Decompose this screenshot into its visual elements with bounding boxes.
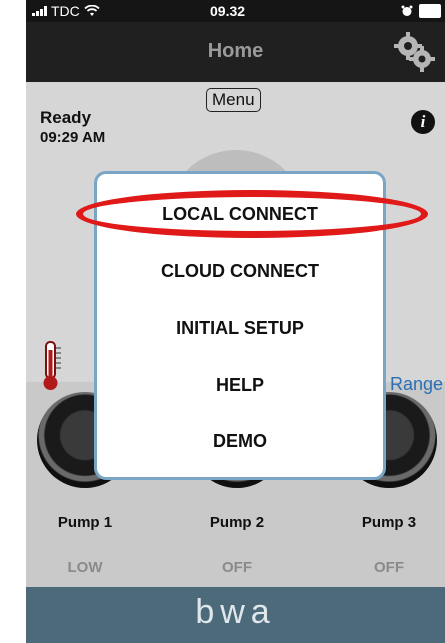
menu-item-initial-setup[interactable]: INITIAL SETUP	[97, 318, 383, 339]
status-bar: TDC 09.32	[26, 0, 445, 22]
carrier-name: TDC	[51, 3, 80, 19]
status-bar-right	[401, 4, 441, 18]
status-time: 09:29 AM	[40, 129, 106, 146]
info-icon[interactable]: i	[411, 110, 435, 134]
alarm-icon	[401, 5, 413, 16]
brand-logo: bwa	[195, 593, 276, 631]
phone-screen: TDC 09.32 Home Ready 09:29 AM Menu i Ran…	[26, 0, 445, 643]
nav-bar: Home	[26, 22, 445, 82]
connect-menu-popup: LOCAL CONNECT CLOUD CONNECT INITIAL SETU…	[94, 171, 386, 480]
status-bar-left: TDC	[32, 3, 100, 19]
page-title: Home	[207, 40, 264, 62]
menu-item-help[interactable]: HELP	[97, 375, 383, 396]
pump-3-state: OFF	[374, 559, 404, 576]
pump-1-label: Pump 1	[57, 514, 113, 531]
thermometer-icon	[40, 340, 62, 397]
spa-status: Ready 09:29 AM	[40, 108, 105, 146]
pump-3-label: Pump 3	[361, 514, 417, 531]
menu-item-cloud-connect[interactable]: CLOUD CONNECT	[97, 261, 383, 282]
status-bar-time: 09.32	[210, 3, 246, 19]
footer-bar: bwa	[26, 587, 445, 643]
menu-item-local-connect[interactable]: LOCAL CONNECT	[97, 204, 383, 225]
signal-icon	[32, 6, 47, 16]
battery-icon	[419, 4, 441, 18]
menu-item-demo[interactable]: DEMO	[97, 431, 383, 452]
pump-1-state: LOW	[67, 559, 103, 576]
settings-gear-icon[interactable]	[391, 30, 437, 74]
menu-button[interactable]: Menu	[206, 88, 261, 112]
status-state: Ready	[40, 108, 92, 127]
wifi-icon	[84, 5, 100, 16]
pump-2-state: OFF	[222, 559, 252, 576]
pump-2-label: Pump 2	[209, 514, 265, 531]
